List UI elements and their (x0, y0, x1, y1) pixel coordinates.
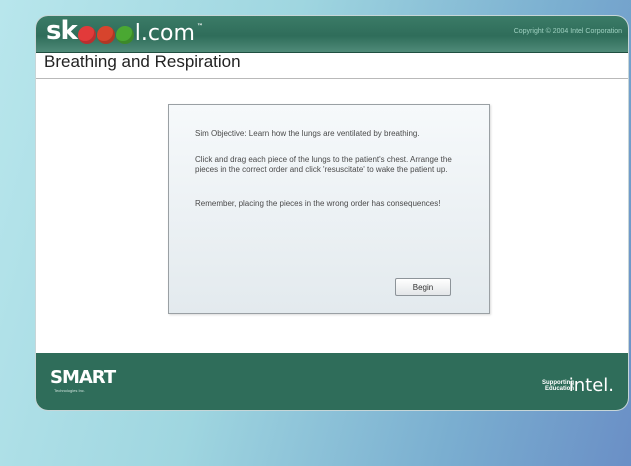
sim-objective-text: Sim Objective: Learn how the lungs are v… (195, 129, 420, 138)
smart-logo-subtext: Technologies Inc. (54, 388, 85, 393)
title-divider (36, 78, 628, 79)
logo-ball-icon (115, 26, 134, 44)
logo-ball-icon (77, 26, 96, 44)
header-bar: sk l.com ™ Copyright © 2004 Intel Corpor… (36, 16, 628, 53)
skoool-logo: sk l.com ™ (46, 16, 203, 46)
trademark-mark: ™ (196, 23, 203, 30)
intel-logo: intel. (568, 375, 614, 396)
copyright-text: Copyright © 2004 Intel Corporation (513, 28, 622, 35)
begin-button[interactable]: Begin (395, 278, 451, 296)
objective-dialog: Sim Objective: Learn how the lungs are v… (168, 104, 490, 314)
page-title: Breathing and Respiration (44, 52, 241, 71)
footer-bar: SMART Technologies Inc. Supporting Educa… (36, 353, 628, 410)
instructions-text: Click and drag each piece of the lungs t… (195, 155, 452, 174)
logo-ball-icon (96, 26, 115, 44)
logo-prefix: sk (46, 16, 78, 46)
smart-logo: SMART (50, 367, 116, 388)
warning-text: Remember, placing the pieces in the wron… (195, 199, 441, 208)
app-window: sk l.com ™ Copyright © 2004 Intel Corpor… (36, 16, 628, 410)
logo-suffix: l.com (134, 21, 195, 46)
